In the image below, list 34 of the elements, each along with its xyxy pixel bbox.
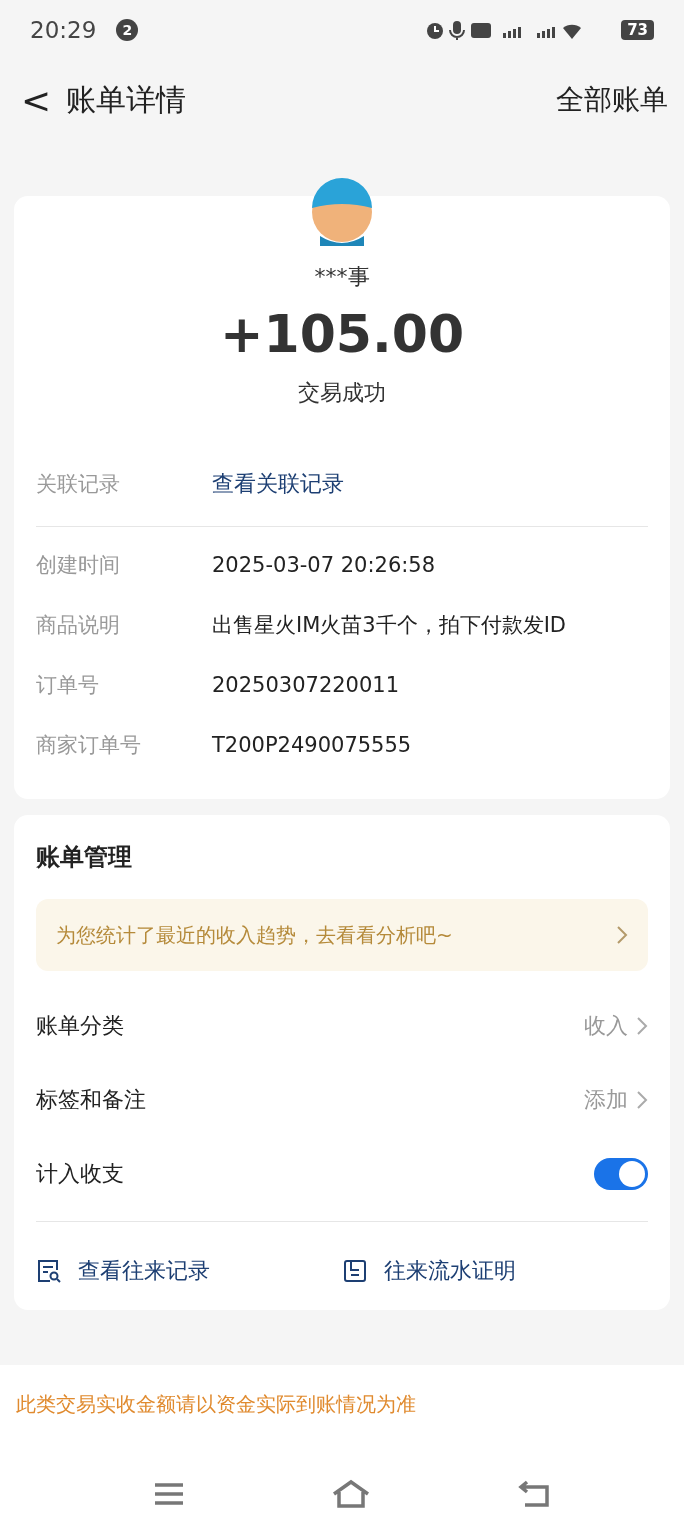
related-records-link[interactable]: 查看关联记录: [212, 469, 344, 499]
back-icon[interactable]: [517, 1479, 551, 1509]
back-button[interactable]: <: [16, 79, 56, 121]
row-label: 关联记录: [36, 471, 121, 498]
notice-text: 此类交易实收金额请以资金实际到账情况为准: [15, 1391, 417, 1418]
all-bills-link[interactable]: 全部账单: [556, 81, 668, 119]
row-label: 创建时间: [36, 552, 121, 579]
row-label: 计入收支: [36, 1160, 124, 1188]
row-value: 20250307220011: [212, 673, 400, 697]
menu-icon[interactable]: [153, 1482, 185, 1506]
page-title: 账单详情: [66, 80, 186, 119]
search-document-icon: [36, 1258, 62, 1284]
chevron-icon: [636, 1090, 648, 1110]
transaction-status: 交易成功: [297, 379, 387, 407]
row-value: 出售星火IM火苗3千个，拍下付款发ID: [212, 612, 567, 639]
counterparty-name: ***事: [313, 263, 371, 291]
chevron-icon: [636, 1016, 648, 1036]
row-label: 账单分类: [36, 1012, 124, 1040]
row-label: 商品说明: [36, 612, 121, 639]
row-label: 订单号: [36, 672, 100, 699]
document-icon: [342, 1258, 368, 1284]
row-label: 标签和备注: [36, 1086, 146, 1114]
row-value: T200P2490075555: [212, 733, 412, 757]
action-link[interactable]: 往来流水证明: [342, 1256, 648, 1286]
battery-level: 73: [621, 20, 654, 40]
row-value: 2025-03-07 20:26:58: [212, 553, 436, 577]
section-title: 账单管理: [36, 842, 133, 873]
action-link[interactable]: 查看往来记录: [36, 1256, 342, 1286]
amount: +105.00: [218, 304, 466, 364]
toggle-switch[interactable]: [594, 1158, 648, 1190]
status-time: 20:29: [30, 17, 97, 43]
home-icon[interactable]: [331, 1479, 371, 1509]
row-label: 商家订单号: [36, 732, 142, 759]
notification-count: 2: [116, 19, 139, 41]
